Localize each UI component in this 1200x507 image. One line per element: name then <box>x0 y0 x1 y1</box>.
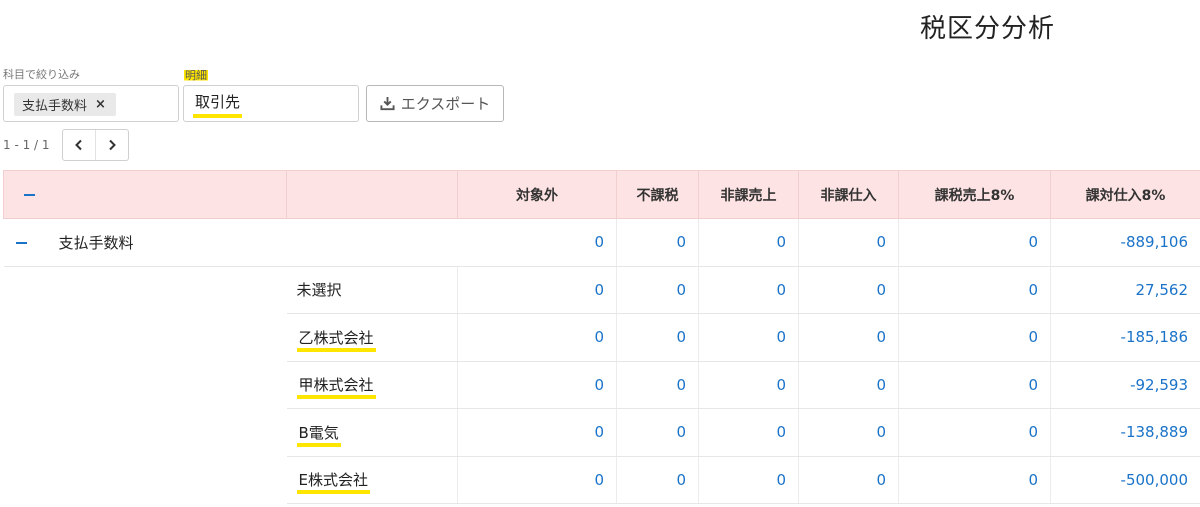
filter-label: 科目で絞り込み <box>3 68 80 81</box>
row-name: 未選択 <box>286 266 458 314</box>
row-name: B電気 <box>286 408 458 457</box>
chip-remove-icon[interactable]: × <box>95 97 106 112</box>
table-row: E株式会社 0 0 0 0 0 -500,000 <box>4 456 1200 504</box>
pagination-text: 1 - 1 / 1 <box>3 138 50 152</box>
value-cell: 0 <box>798 266 899 314</box>
value-cell: -500,000 <box>1050 456 1200 504</box>
row-name: 乙株式会社 <box>286 313 458 362</box>
value-cell: 0 <box>457 313 617 362</box>
filter-chip: 支払手数料 × <box>14 93 116 116</box>
col-header[interactable]: 非課売上 <box>698 170 799 219</box>
col-header[interactable]: 不課税 <box>616 170 699 219</box>
header-detail-cell <box>286 170 458 219</box>
value-cell: 0 <box>457 218 617 267</box>
value-cell: 0 <box>457 408 617 457</box>
value-cell: 0 <box>898 408 1051 457</box>
pagination-controls <box>62 129 129 161</box>
detail-select-value: 取引先 <box>193 93 243 118</box>
collapse-all-icon[interactable] <box>24 193 35 196</box>
detail-select[interactable]: 取引先 <box>183 85 359 122</box>
value-cell: 0 <box>698 218 799 267</box>
chevron-left-icon <box>74 136 84 155</box>
next-page-button[interactable] <box>95 130 128 160</box>
value-cell: 0 <box>898 456 1051 504</box>
col-header[interactable]: 対象外 <box>457 170 617 219</box>
indent-cell <box>4 409 287 457</box>
value-cell: 0 <box>616 313 699 362</box>
group-row: 支払手数料 0 0 0 0 0 -889,106 <box>3 218 1200 267</box>
value-cell: 0 <box>798 361 899 409</box>
value-cell: -185,186 <box>1050 313 1200 362</box>
value-cell: 0 <box>616 218 699 267</box>
page-title: 税区分分析 <box>920 14 1056 44</box>
value-cell: 0 <box>898 361 1051 409</box>
col-header[interactable]: 課対仕入8% <box>1050 170 1200 219</box>
value-cell: 0 <box>798 456 899 504</box>
value-cell: 0 <box>457 456 617 504</box>
empty-cell <box>286 218 458 267</box>
indent-cell <box>4 456 287 504</box>
indent-cell <box>4 314 287 362</box>
value-cell: 27,562 <box>1050 266 1200 314</box>
indent-cell <box>4 266 287 314</box>
prev-page-button[interactable] <box>63 130 95 160</box>
value-cell: -138,889 <box>1050 408 1200 457</box>
table-row: 乙株式会社 0 0 0 0 0 -185,186 <box>4 313 1200 362</box>
value-cell: 0 <box>698 408 799 457</box>
export-button[interactable]: エクスポート <box>366 85 504 122</box>
table-row: 甲株式会社 0 0 0 0 0 -92,593 <box>4 361 1200 409</box>
value-cell: 0 <box>698 266 799 314</box>
col-header[interactable]: 課税売上8% <box>898 170 1051 219</box>
value-cell: 0 <box>698 313 799 362</box>
group-name: 支払手数料 <box>58 218 287 267</box>
table-row: B電気 0 0 0 0 0 -138,889 <box>4 408 1200 457</box>
value-cell: 0 <box>616 361 699 409</box>
value-cell: 0 <box>898 218 1051 267</box>
collapse-group-icon[interactable] <box>15 241 27 244</box>
value-cell: -889,106 <box>1050 218 1200 267</box>
account-filter-input[interactable]: 支払手数料 × <box>3 85 179 122</box>
row-name: E株式会社 <box>286 456 458 504</box>
download-icon <box>380 96 395 111</box>
indent-cell <box>4 361 287 409</box>
group-toggle-cell <box>3 218 59 267</box>
value-cell: 0 <box>616 408 699 457</box>
col-header[interactable]: 非課仕入 <box>798 170 899 219</box>
table-row: 未選択 0 0 0 0 0 27,562 <box>4 266 1200 314</box>
value-cell: -92,593 <box>1050 361 1200 409</box>
value-cell: 0 <box>698 456 799 504</box>
value-cell: 0 <box>898 313 1051 362</box>
filter-chip-label: 支払手数料 <box>22 99 88 114</box>
chevron-right-icon <box>107 136 117 155</box>
value-cell: 0 <box>457 266 617 314</box>
value-cell: 0 <box>798 313 899 362</box>
detail-label: 明細 <box>184 67 208 83</box>
export-button-label: エクスポート <box>400 95 491 113</box>
value-cell: 0 <box>898 266 1051 314</box>
tax-analysis-table: 対象外 不課税 非課売上 非課仕入 課税売上8% 課対仕入8% 支払手数料 0 … <box>3 170 1200 504</box>
value-cell: 0 <box>457 361 617 409</box>
collapse-all-cell <box>3 170 287 219</box>
row-name: 甲株式会社 <box>286 361 458 409</box>
value-cell: 0 <box>616 456 699 504</box>
value-cell: 0 <box>616 266 699 314</box>
value-cell: 0 <box>798 218 899 267</box>
table-header-row: 対象外 不課税 非課売上 非課仕入 課税売上8% 課対仕入8% <box>3 170 1200 219</box>
value-cell: 0 <box>698 361 799 409</box>
value-cell: 0 <box>798 408 899 457</box>
